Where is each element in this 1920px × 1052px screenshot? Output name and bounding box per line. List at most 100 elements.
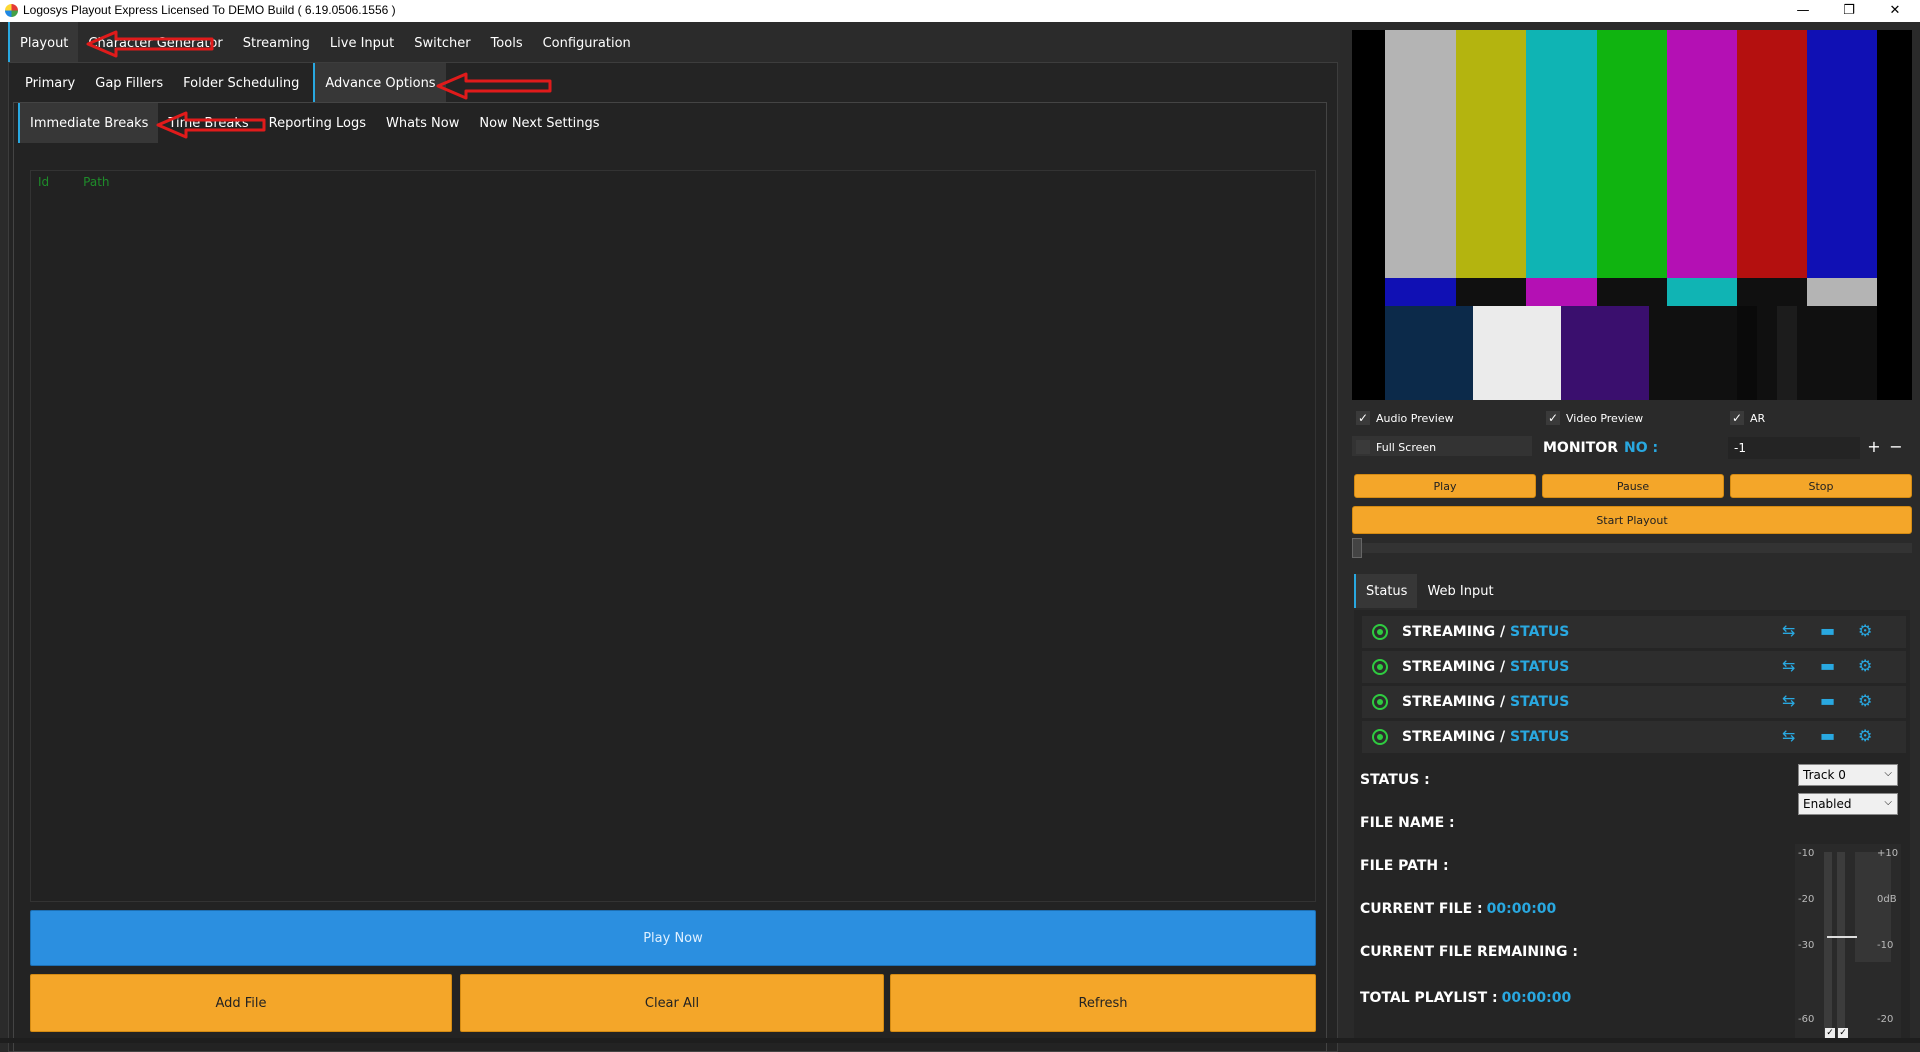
- bottom-strip: [0, 1038, 1920, 1043]
- play-button[interactable]: Play: [1354, 474, 1536, 498]
- stream-label: STREAMING / STATUS: [1402, 694, 1570, 710]
- tab-character-generator[interactable]: Character Generator: [78, 22, 232, 64]
- monitor-number-input[interactable]: [1728, 437, 1860, 459]
- total-playlist-time: 00:00:00: [1501, 990, 1572, 1006]
- video-preview-checkbox[interactable]: ✓ Video Preview: [1546, 411, 1643, 425]
- gear-icon[interactable]: ⚙: [1858, 656, 1872, 675]
- stream-row-1: STREAMING / STATUS ⇆ ▬ ⚙: [1362, 616, 1906, 648]
- audio-level-meter: -10 +10 -20 0dB -30 -10 -60 -20 ✓ ✓: [1795, 844, 1901, 1040]
- folder-icon[interactable]: ▬: [1820, 656, 1835, 675]
- tab-reporting-logs[interactable]: Reporting Logs: [259, 103, 376, 143]
- checkbox-empty-icon: [1356, 440, 1370, 454]
- current-file-label: CURRENT FILE :00:00:00: [1360, 901, 1557, 917]
- tab-configuration[interactable]: Configuration: [533, 22, 641, 64]
- tab-switcher[interactable]: Switcher: [404, 22, 480, 64]
- connect-icon[interactable]: ⇆: [1782, 621, 1795, 640]
- ar-label: AR: [1750, 411, 1766, 425]
- right-panel: ✓ Audio Preview ✓ Video Preview ✓ AR Ful…: [1340, 22, 1920, 1043]
- monitor-label: MONITOR NO :: [1543, 440, 1659, 456]
- stream-label: STREAMING / STATUS: [1402, 624, 1570, 640]
- seek-slider-handle[interactable]: [1352, 538, 1362, 558]
- tab-gap-fillers[interactable]: Gap Fillers: [85, 63, 173, 103]
- status-info-label: STATUS :: [1360, 772, 1430, 788]
- meter-checkbox-left[interactable]: ✓: [1825, 1028, 1835, 1038]
- ar-checkbox[interactable]: ✓ AR: [1730, 411, 1765, 425]
- tab-web-input[interactable]: Web Input: [1417, 574, 1503, 608]
- level-fader-icon[interactable]: [1827, 936, 1857, 938]
- connect-icon[interactable]: ⇆: [1782, 656, 1795, 675]
- minimize-button[interactable]: —: [1780, 0, 1826, 22]
- gear-icon[interactable]: ⚙: [1858, 726, 1872, 745]
- tab-status[interactable]: Status: [1354, 574, 1418, 608]
- tab-folder-scheduling[interactable]: Folder Scheduling: [173, 63, 309, 103]
- checkmark-icon: ✓: [1356, 411, 1370, 425]
- sub-tab-bar: Primary Gap Fillers Folder Scheduling Ad…: [15, 63, 446, 103]
- stream-row-2: STREAMING / STATUS ⇆ ▬ ⚙: [1362, 651, 1906, 683]
- pause-button[interactable]: Pause: [1542, 474, 1724, 498]
- total-playlist-label: TOTAL PLAYLIST :00:00:00: [1360, 990, 1572, 1006]
- tab-whats-now[interactable]: Whats Now: [376, 103, 469, 143]
- stream-row-4: STREAMING / STATUS ⇆ ▬ ⚙: [1362, 721, 1906, 753]
- tab-live-input[interactable]: Live Input: [320, 22, 404, 64]
- main-tab-bar: Playout Character Generator Streaming Li…: [8, 22, 641, 64]
- gear-icon[interactable]: ⚙: [1858, 691, 1872, 710]
- close-button[interactable]: ✕: [1872, 0, 1918, 22]
- folder-icon[interactable]: ▬: [1820, 691, 1835, 710]
- current-file-remaining-label: CURRENT FILE REMAINING :: [1360, 944, 1578, 960]
- connect-icon[interactable]: ⇆: [1782, 726, 1795, 745]
- app-logo-icon: [5, 4, 18, 17]
- add-file-button[interactable]: Add File: [30, 974, 452, 1032]
- color-bars-mid: [1385, 278, 1877, 306]
- start-playout-button[interactable]: Start Playout: [1352, 506, 1912, 534]
- tab-streaming[interactable]: Streaming: [233, 22, 320, 64]
- chevron-down-icon: ⌵: [1884, 768, 1892, 779]
- chevron-down-icon: ⌵: [1884, 797, 1892, 808]
- audio-preview-checkbox[interactable]: ✓ Audio Preview: [1356, 411, 1454, 425]
- stream-label: STREAMING / STATUS: [1402, 729, 1570, 745]
- column-path[interactable]: Path: [83, 175, 109, 189]
- video-preview-label: Video Preview: [1566, 411, 1644, 425]
- file-name-label: FILE NAME :: [1360, 815, 1455, 831]
- stream-active-icon: [1372, 694, 1388, 710]
- tab-immediate-breaks[interactable]: Immediate Breaks: [18, 103, 159, 143]
- stream-active-icon: [1372, 659, 1388, 675]
- connect-icon[interactable]: ⇆: [1782, 691, 1795, 710]
- enabled-select[interactable]: Enabled ⌵: [1798, 793, 1898, 815]
- inner-tab-bar: Immediate Breaks Time Breaks Reporting L…: [18, 103, 610, 143]
- window-title: Logosys Playout Express Licensed To DEMO…: [23, 3, 396, 17]
- color-bars-top: [1385, 30, 1877, 278]
- gear-icon[interactable]: ⚙: [1858, 621, 1872, 640]
- track-select[interactable]: Track 0 ⌵: [1798, 764, 1898, 786]
- refresh-button[interactable]: Refresh: [890, 974, 1316, 1032]
- list-header: Id Path: [38, 175, 110, 189]
- stop-button[interactable]: Stop: [1730, 474, 1912, 498]
- tab-now-next-settings[interactable]: Now Next Settings: [469, 103, 609, 143]
- play-now-button[interactable]: Play Now: [30, 910, 1316, 966]
- tab-tools[interactable]: Tools: [481, 22, 533, 64]
- stream-active-icon: [1372, 624, 1388, 640]
- clear-all-button[interactable]: Clear All: [460, 974, 884, 1032]
- full-screen-checkbox[interactable]: Full Screen: [1356, 440, 1436, 454]
- folder-icon[interactable]: ▬: [1820, 621, 1835, 640]
- tab-primary[interactable]: Primary: [15, 63, 85, 103]
- tab-advance-options[interactable]: Advance Options: [313, 63, 446, 103]
- file-path-label: FILE PATH :: [1360, 858, 1449, 874]
- restore-button[interactable]: ❐: [1826, 0, 1872, 22]
- seek-slider-track[interactable]: [1352, 543, 1912, 553]
- column-id[interactable]: Id: [38, 175, 49, 189]
- tab-time-breaks[interactable]: Time Breaks: [158, 103, 258, 143]
- color-bars-bottom: [1385, 306, 1877, 400]
- stream-active-icon: [1372, 729, 1388, 745]
- minus-icon[interactable]: −: [1886, 436, 1906, 458]
- checkmark-icon: ✓: [1546, 411, 1560, 425]
- audio-preview-label: Audio Preview: [1376, 411, 1454, 425]
- checkmark-icon: ✓: [1730, 411, 1744, 425]
- video-preview: [1352, 30, 1912, 400]
- full-screen-label: Full Screen: [1376, 440, 1437, 454]
- tab-playout[interactable]: Playout: [8, 22, 79, 64]
- plus-icon[interactable]: +: [1864, 436, 1884, 458]
- meter-checkbox-right[interactable]: ✓: [1838, 1028, 1848, 1038]
- left-workspace: Playout Character Generator Streaming Li…: [0, 22, 1340, 1052]
- folder-icon[interactable]: ▬: [1820, 726, 1835, 745]
- immediate-breaks-list[interactable]: Id Path: [30, 170, 1316, 902]
